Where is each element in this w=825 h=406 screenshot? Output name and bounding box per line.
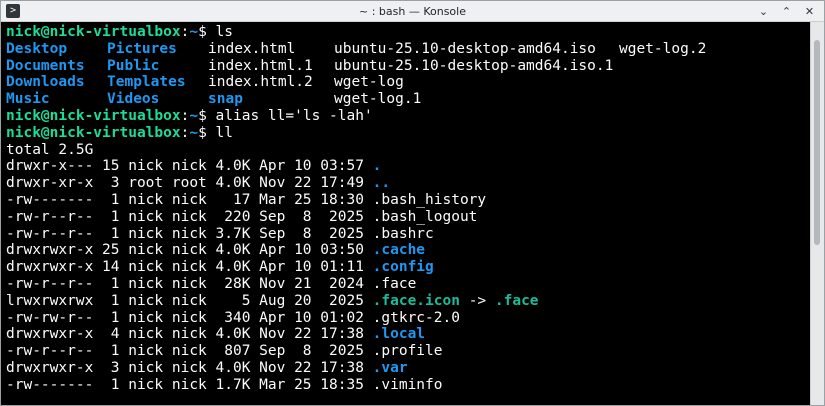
ll-entry-row: drwxrwxr-x 25 nick nick 4.0K Apr 10 03:5… (6, 242, 810, 259)
minimize-icon[interactable]: ⌄ (755, 3, 772, 20)
terminal-output[interactable]: nick@nick-virtualbox:~$ ls Desktop Picture… (1, 22, 810, 405)
directory-entry: Videos (107, 91, 160, 108)
directory-entry: Templates (107, 74, 186, 91)
ll-entry-row: -rw-r--r-- 1 nick nick 28K Nov 21 2024 .… (6, 276, 810, 293)
entry-metadata: drwxrwxr-x 25 nick nick 4.0K Apr 10 03:5… (6, 242, 373, 259)
ll-entry-row: drwxr-xr-x 3 root root 4.0K Nov 22 17:49… (6, 175, 810, 192)
ll-entry-row: drwxrwxr-x 3 nick nick 4.0K Nov 22 17:38… (6, 360, 810, 377)
total-line: total 2.5G (6, 142, 810, 159)
ll-entry-row: -rw------- 1 nick nick 17 Mar 25 18:30 .… (6, 192, 810, 209)
directory-entry: Music (6, 91, 50, 108)
command-text: alias ll='ls -lah' (215, 107, 373, 124)
entry-metadata: lrwxrwxrwx 1 nick nick 5 Aug 20 2025 (6, 292, 373, 309)
vertical-scrollbar[interactable] (810, 22, 824, 405)
ls-output-row: Downloads Templates index.html.2 wget-log (6, 74, 810, 91)
directory-name: .config (372, 259, 434, 276)
prompt-userhost: nick@nick-virtualbox (6, 107, 181, 124)
command-text: ll (215, 124, 234, 141)
scrollbar-thumb[interactable] (814, 40, 820, 245)
file-entry: index.html (208, 40, 296, 57)
entry-metadata: drwxr-xr-x 3 root root 4.0K Nov 22 17:49 (6, 175, 373, 192)
close-icon[interactable]: ✕ (801, 3, 818, 20)
ls-output-row: Documents Public index.html.1 ubuntu-25.10-… (6, 58, 810, 75)
entry-metadata: -rw-r--r-- 1 nick nick 28K Nov 21 2024 (6, 275, 373, 292)
entry-metadata: drwxrwxr-x 14 nick nick 4.0K Apr 10 01:1… (6, 259, 373, 276)
symlink-target: .face (494, 292, 539, 309)
file-name: .bash_logout (372, 208, 478, 225)
directory-name: .. (372, 175, 391, 192)
file-entry: wget-log.2 (619, 40, 707, 57)
ll-entry-row: -rw-r--r-- 1 nick nick 3.7K Sep 8 2025 .… (6, 226, 810, 243)
entry-metadata: drwxrwxr-x 4 nick nick 4.0K Nov 22 17:38 (6, 326, 373, 343)
ll-entry-row: -rw------- 1 nick nick 1.7K Mar 25 18:35… (6, 377, 810, 394)
entry-metadata: -rw-r--r-- 1 nick nick 3.7K Sep 8 2025 (6, 225, 373, 242)
directory-entry: Pictures (107, 40, 177, 57)
ll-entry-row: drwxrwxr-x 14 nick nick 4.0K Apr 10 01:1… (6, 259, 810, 276)
entry-metadata: -rw-rw-r-- 1 nick nick 340 Apr 10 01:02 (6, 309, 373, 326)
prompt-symbol: $ (198, 107, 216, 124)
entry-metadata: -rw-r--r-- 1 nick nick 220 Sep 8 2025 (6, 208, 373, 225)
prompt-line: nick@nick-virtualbox:~$ ll (6, 125, 810, 142)
prompt-symbol: $ (198, 24, 216, 40)
symlink-arrow: -> (459, 292, 495, 309)
prompt-symbol: $ (198, 124, 216, 141)
directory-entry: Public (107, 57, 160, 74)
ll-entry-row: -rw-r--r-- 1 nick nick 220 Sep 8 2025 .b… (6, 209, 810, 226)
directory-entry: Desktop (6, 40, 68, 57)
prompt-path: ~ (189, 124, 199, 141)
entry-metadata: -rw-r--r-- 1 nick nick 807 Sep 8 2025 (6, 343, 373, 360)
file-entry: wget-log (334, 74, 404, 91)
ls-output-row: Desktop Pictures index.html ubuntu-25.10-de… (6, 41, 810, 58)
file-name: .gtkrc-2.0 (372, 309, 460, 326)
symlink-name: .face.icon (372, 292, 460, 309)
file-name: .bash_history (372, 191, 487, 208)
entry-metadata: -rw------- 1 nick nick 1.7K Mar 25 18:35 (6, 376, 373, 393)
file-entry: ubuntu-25.10-desktop-amd64.iso (334, 40, 596, 57)
command-text: ls (215, 24, 234, 40)
total-size: total 2.5G (6, 141, 94, 158)
ll-entry-row: -rw-r--r-- 1 nick nick 807 Sep 8 2025 .p… (6, 343, 810, 360)
directory-entry: Documents (6, 57, 85, 74)
file-entry (619, 74, 729, 91)
directory-entry: snap (208, 91, 243, 108)
ll-entry-row: drwxrwxr-x 4 nick nick 4.0K Nov 22 17:38… (6, 326, 810, 343)
directory-entry: Downloads (6, 74, 85, 91)
entry-metadata: drwxrwxr-x 3 nick nick 4.0K Nov 22 17:38 (6, 359, 373, 376)
file-name: .viminfo (372, 376, 443, 393)
directory-name: .var (372, 359, 408, 376)
prompt-userhost: nick@nick-virtualbox (6, 24, 181, 40)
file-entry (619, 91, 729, 108)
file-name: .bashrc (372, 225, 434, 242)
directory-name: . (372, 158, 382, 175)
prompt-line: nick@nick-virtualbox:~$ ls (6, 24, 810, 41)
file-entry: wget-log.1 (334, 91, 422, 108)
file-entry: ubuntu-25.10-desktop-amd64.iso.1 (334, 57, 614, 74)
title-bar[interactable]: > ~ : bash — Konsole ⌄ ⌃ ✕ (1, 1, 824, 22)
directory-name: .cache (372, 242, 426, 259)
window-title: ~ : bash — Konsole (359, 5, 466, 18)
ll-entry-row: lrwxrwxrwx 1 nick nick 5 Aug 20 2025 .fa… (6, 293, 810, 310)
prompt-userhost: nick@nick-virtualbox (6, 124, 181, 141)
prompt-path: ~ (189, 107, 199, 124)
directory-name: .local (372, 326, 426, 343)
file-entry: index.html.1 (208, 57, 313, 74)
file-entry (619, 58, 729, 75)
ll-entry-row: -rw-rw-r-- 1 nick nick 340 Apr 10 01:02 … (6, 310, 810, 327)
file-entry: index.html.2 (208, 74, 313, 91)
entry-metadata: drwxr-x--- 15 nick nick 4.0K Apr 10 03:5… (6, 158, 373, 175)
prompt-path: ~ (189, 24, 199, 40)
ll-entry-row: drwxr-x--- 15 nick nick 4.0K Apr 10 03:5… (6, 158, 810, 175)
entry-metadata: -rw------- 1 nick nick 17 Mar 25 18:30 (6, 191, 373, 208)
ls-output-row: Music Videos snap wget-log.1 (6, 91, 810, 108)
prompt-line: nick@nick-virtualbox:~$ alias ll='ls -la… (6, 108, 810, 125)
konsole-window: > ~ : bash — Konsole ⌄ ⌃ ✕ nick@nick-vir… (0, 0, 825, 406)
file-name: .profile (372, 343, 443, 360)
file-name: .face (372, 275, 417, 292)
maximize-icon[interactable]: ⌃ (778, 3, 795, 20)
